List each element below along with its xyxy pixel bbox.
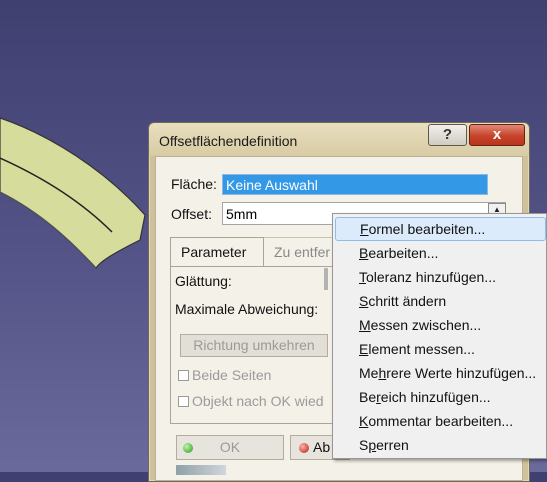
help-icon[interactable]: ?: [428, 124, 467, 146]
menu-item-formel-bearbeiten[interactable]: Formel bearbeiten...: [335, 217, 546, 241]
flaeche-field[interactable]: Keine Auswahl: [222, 174, 488, 195]
ok-status-icon: [183, 443, 193, 453]
close-icon[interactable]: x: [469, 124, 525, 146]
dialog-title: Offsetflächendefinition: [159, 133, 298, 149]
objekt-nach-ok-row[interactable]: Objekt nach OK wied: [178, 393, 324, 409]
beide-seiten-label: Beide Seiten: [192, 367, 272, 383]
richtung-umkehren-button[interactable]: Richtung umkehren: [180, 334, 328, 357]
cancel-status-icon: [299, 443, 309, 453]
ok-button[interactable]: OK: [176, 435, 284, 460]
offset-label: Offset:: [171, 206, 212, 222]
glaettung-label: Glättung:: [175, 273, 232, 289]
beide-seiten-checkbox[interactable]: [178, 370, 189, 381]
menu-item-schritt-aendern[interactable]: Schritt ändern: [335, 289, 546, 313]
beide-seiten-row[interactable]: Beide Seiten: [178, 367, 271, 383]
status-strip: [176, 465, 226, 475]
menu-item-toleranz-hinzufuegen[interactable]: Toleranz hinzufügen...: [335, 265, 546, 289]
menu-item-mehrere-werte[interactable]: Mehrere Werte hinzufügen...: [335, 361, 546, 385]
menu-item-kommentar-bearbeiten[interactable]: Kommentar bearbeiten...: [335, 409, 546, 433]
menu-item-bereich-hinzufuegen[interactable]: Bereich hinzufügen...: [335, 385, 546, 409]
menu-item-messen-zwischen[interactable]: Messen zwischen...: [335, 313, 546, 337]
ok-label: OK: [219, 439, 241, 455]
tab-parameter[interactable]: Parameter: [170, 237, 264, 267]
dialog-titlebar[interactable]: Offsetflächendefinition ? x: [149, 123, 529, 156]
menu-item-bearbeiten[interactable]: Bearbeiten...: [335, 241, 546, 265]
objekt-nach-ok-checkbox[interactable]: [178, 396, 189, 407]
maximale-abweichung-label: Maximale Abweichung:: [175, 301, 319, 317]
glaettung-combo[interactable]: [324, 268, 328, 290]
menu-item-sperren[interactable]: Sperren: [335, 433, 546, 457]
context-menu: Formel bearbeiten... Bearbeiten... Toler…: [332, 213, 547, 459]
objekt-nach-ok-label: Objekt nach OK wied: [192, 393, 324, 409]
flaeche-label: Fläche:: [171, 176, 217, 192]
cancel-label: Ab: [313, 439, 331, 455]
menu-item-element-messen[interactable]: Element messen...: [335, 337, 546, 361]
